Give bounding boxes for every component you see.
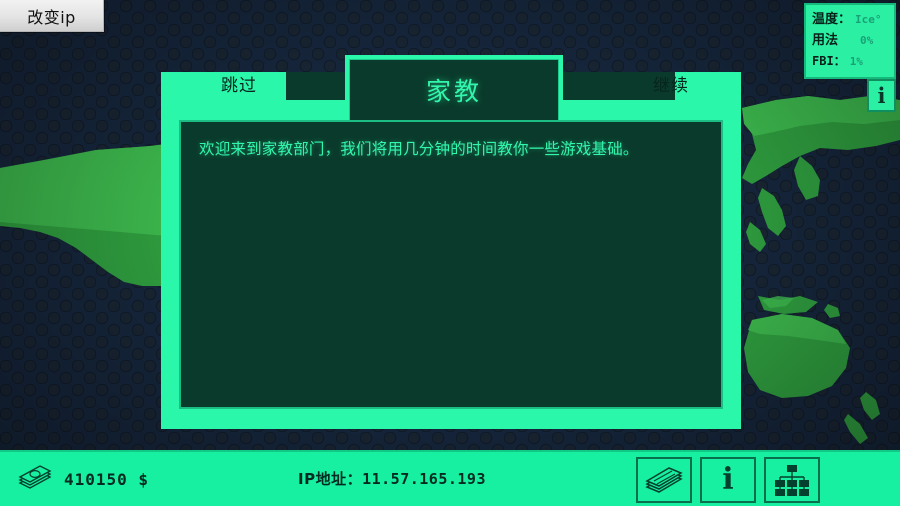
temperature-value: Ice°	[855, 13, 882, 26]
status-bar: 410150 $ IP地址：11.57.165.193 i	[0, 450, 900, 506]
money-icon	[18, 464, 52, 494]
hud-row-fbi: FBI： 1%	[812, 51, 889, 72]
logs-button[interactable]	[636, 457, 692, 503]
status-hud-panel: 温度： Ice° 用法 0% FBI： 1%	[804, 3, 896, 79]
continue-button-label: 继续	[653, 76, 689, 96]
info-button[interactable]: i	[700, 457, 756, 503]
game-screen: 改变ip 温度： Ice° 用法 0% FBI： 1% i 跳过 继续 家教 欢…	[0, 0, 900, 506]
change-ip-button[interactable]: 改变ip	[0, 0, 104, 32]
money-amount: 410150 $	[64, 469, 150, 489]
tool-button-group: i	[636, 457, 820, 503]
info-icon: i	[722, 462, 734, 497]
ip-address-value: 11.57.165.193	[362, 470, 486, 488]
usage-value: 0%	[860, 34, 874, 47]
change-ip-label: 改变ip	[27, 7, 76, 27]
dialog-title: 家教	[425, 77, 482, 106]
hud-row-temperature: 温度： Ice°	[812, 9, 889, 30]
info-icon: i	[877, 83, 886, 108]
fbi-value: 1%	[849, 55, 863, 68]
usage-label: 用法	[812, 33, 839, 48]
fbi-label: FBI：	[812, 54, 846, 68]
dialog-body: 欢迎来到家教部门，我们将用几分钟的时间教你一些游戏基础。	[179, 120, 723, 409]
money-display: 410150 $	[18, 464, 149, 494]
skip-button-label: 跳过	[221, 76, 257, 96]
continue-button[interactable]: 继续	[635, 72, 707, 100]
hud-row-usage: 用法 0%	[812, 30, 889, 51]
skip-button[interactable]: 跳过	[203, 72, 275, 100]
dialog-title-inner: 家教	[349, 59, 559, 129]
ip-address-label: IP地址：	[298, 470, 363, 488]
network-button[interactable]	[764, 457, 820, 503]
ip-address-display: IP地址：11.57.165.193	[298, 468, 486, 489]
network-tree-icon	[773, 464, 811, 496]
temperature-label: 温度：	[812, 12, 852, 27]
tutorial-dialog: 跳过 继续 家教 欢迎来到家教部门，我们将用几分钟的时间教你一些游戏基础。	[161, 55, 741, 429]
hud-info-button[interactable]: i	[867, 79, 896, 112]
book-icon	[645, 465, 683, 495]
dialog-body-text: 欢迎来到家教部门，我们将用几分钟的时间教你一些游戏基础。	[199, 140, 639, 158]
